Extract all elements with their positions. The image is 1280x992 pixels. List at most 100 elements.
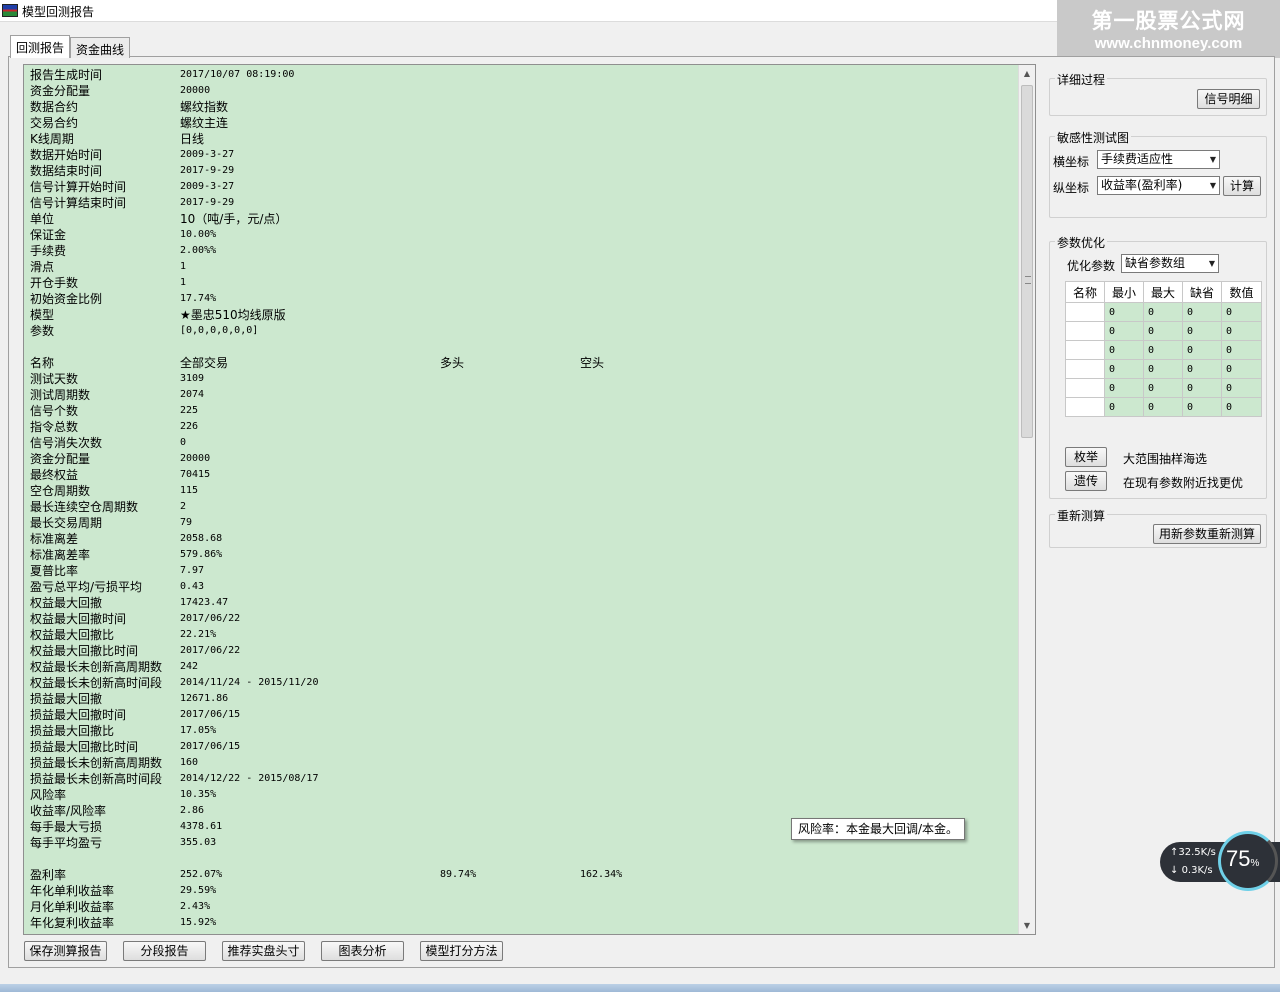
- upload-speed-value: 32.5K/s: [1178, 847, 1216, 858]
- report-cell: 2009-3-27: [180, 149, 235, 160]
- genetic-button[interactable]: 遗传: [1065, 471, 1107, 491]
- report-panel: 报告生成时间 2017/10/07 08:19:00 资金分配量 20000 数据合约螺…: [23, 64, 1036, 935]
- save-report-button[interactable]: 保存测算报告: [24, 941, 107, 961]
- report-cell: 手续费: [30, 244, 67, 258]
- report-row: 信号计算结束时间 2017-9-29: [30, 195, 1010, 211]
- report-cell: 螺纹指数: [180, 100, 229, 114]
- report-cell: 1: [180, 261, 187, 272]
- report-row: K线周期 日线: [30, 131, 1010, 147]
- param-table-cell[interactable]: 0: [1182, 359, 1222, 379]
- report-cell: 10.35%: [180, 789, 217, 800]
- param-table-cell[interactable]: 0: [1221, 340, 1262, 360]
- param-table-cell[interactable]: 0: [1104, 321, 1144, 341]
- param-table-cell[interactable]: [1065, 321, 1105, 341]
- report-cell: 月化单利收益率: [30, 900, 115, 914]
- param-table-cell[interactable]: 0: [1221, 359, 1262, 379]
- param-table-cell[interactable]: 0: [1143, 359, 1183, 379]
- tab-backtest-report[interactable]: 回测报告: [10, 35, 71, 58]
- param-table-header[interactable]: 最小: [1104, 281, 1144, 303]
- param-table-cell[interactable]: 0: [1104, 340, 1144, 360]
- param-table-cell[interactable]: 0: [1143, 340, 1183, 360]
- param-table-cell[interactable]: [1065, 397, 1105, 417]
- param-table-cell[interactable]: 0: [1221, 397, 1262, 417]
- param-table-cell[interactable]: 0: [1143, 378, 1183, 398]
- scroll-thumb[interactable]: [1021, 85, 1033, 438]
- param-table-cell[interactable]: [1065, 359, 1105, 379]
- detail-group-title: 详细过程: [1055, 71, 1108, 88]
- param-table-header[interactable]: 名称: [1065, 281, 1105, 303]
- param-table-cell[interactable]: 0: [1104, 397, 1144, 417]
- param-table-cell[interactable]: [1065, 340, 1105, 360]
- report-row: 权益最大回撤比时间 2017/06/22: [30, 643, 1010, 659]
- param-table-header[interactable]: 数值: [1221, 281, 1262, 303]
- calculate-button[interactable]: 计算: [1223, 176, 1261, 196]
- report-cell: 2017/06/15: [180, 741, 241, 752]
- tab-equity-curve[interactable]: 资金曲线: [70, 37, 131, 58]
- y-axis-select[interactable]: 收益率(盈利率) ▼: [1097, 176, 1220, 195]
- scroll-down-arrow-icon[interactable]: ▼: [1019, 917, 1035, 934]
- param-table-cell[interactable]: [1065, 378, 1105, 398]
- param-table-cell[interactable]: 0: [1182, 321, 1222, 341]
- signal-detail-button[interactable]: 信号明细: [1197, 89, 1260, 109]
- report-cell: 测试周期数: [30, 388, 91, 402]
- report-cell: 17.05%: [180, 725, 217, 736]
- report-cell: 3109: [180, 373, 205, 384]
- report-cell: 报告生成时间: [30, 68, 103, 82]
- recommend-position-button[interactable]: 推荐实盘头寸: [222, 941, 305, 961]
- report-row: 年化单利收益率 29.59%: [30, 883, 1010, 899]
- param-table-cell[interactable]: 0: [1143, 302, 1183, 322]
- param-table-cell[interactable]: 0: [1104, 378, 1144, 398]
- param-table-cell[interactable]: 0: [1143, 397, 1183, 417]
- param-table-cell[interactable]: 0: [1182, 378, 1222, 398]
- param-table-cell[interactable]: 0: [1143, 321, 1183, 341]
- report-cell: 信号计算结束时间: [30, 196, 127, 210]
- param-table-cell[interactable]: 0: [1104, 359, 1144, 379]
- memory-usage-unit: %: [1250, 858, 1260, 869]
- report-cell: 资金分配量: [30, 452, 91, 466]
- param-table-cell[interactable]: 0: [1104, 302, 1144, 322]
- optimize-param-select[interactable]: 缺省参数组 ▼: [1121, 254, 1219, 273]
- report-cell: 信号消失次数: [30, 436, 103, 450]
- param-table-cell[interactable]: 0: [1182, 302, 1222, 322]
- report-cell: 数据开始时间: [30, 148, 103, 162]
- param-table-cell[interactable]: 0: [1182, 340, 1222, 360]
- download-speed-value: 0.3K/s: [1181, 865, 1213, 876]
- report-row: 最长连续空仓周期数 2: [30, 499, 1010, 515]
- x-axis-select[interactable]: 手续费适应性 ▼: [1097, 150, 1220, 169]
- param-table-cell[interactable]: 0: [1221, 302, 1262, 322]
- param-table-header[interactable]: 最大: [1143, 281, 1183, 303]
- param-table-cell[interactable]: [1065, 302, 1105, 322]
- recalc-group-title: 重新测算: [1055, 507, 1108, 524]
- segment-report-button[interactable]: 分段报告: [123, 941, 206, 961]
- param-table-cell[interactable]: 0: [1221, 378, 1262, 398]
- param-table-row: 0000: [1065, 359, 1262, 379]
- x-axis-select-value: 手续费适应性: [1101, 152, 1174, 166]
- report-cell: 权益最大回撤: [30, 596, 103, 610]
- enumerate-button[interactable]: 枚举: [1065, 447, 1107, 467]
- chart-analysis-button[interactable]: 图表分析: [321, 941, 404, 961]
- memory-usage-value: 75: [1226, 846, 1251, 871]
- model-scoring-button[interactable]: 模型打分方法: [420, 941, 503, 961]
- report-cell: 单位: [30, 212, 55, 226]
- grip-icon: [1025, 276, 1031, 284]
- report-cell: 损益最大回撤比: [30, 724, 115, 738]
- report-row: 标准离差 2058.68: [30, 531, 1010, 547]
- scroll-up-arrow-icon[interactable]: ▲: [1019, 65, 1035, 82]
- report-cell: 损益最大回撤比时间: [30, 740, 139, 754]
- param-table-header[interactable]: 缺省: [1182, 281, 1222, 303]
- report-cell: 保证金: [30, 228, 67, 242]
- recalculate-button[interactable]: 用新参数重新测算: [1153, 524, 1261, 544]
- param-table-cell[interactable]: 0: [1182, 397, 1222, 417]
- report-cell: 交易合约: [30, 116, 79, 130]
- report-cell: 2.43%: [180, 901, 211, 912]
- report-row: 测试天数 3109: [30, 371, 1010, 387]
- param-table-cell[interactable]: 0: [1221, 321, 1262, 341]
- report-row: 信号消失次数 0: [30, 435, 1010, 451]
- report-row: 开仓手数 1: [30, 275, 1010, 291]
- risk-rate-tooltip: 风险率：本金最大回调/本金。: [791, 818, 966, 840]
- report-cell: 信号计算开始时间: [30, 180, 127, 194]
- report-cell: 17.74%: [180, 293, 217, 304]
- report-row: 模型 ★墨忠510均线原版: [30, 307, 1010, 323]
- report-row: 数据结束时间 2017-9-29: [30, 163, 1010, 179]
- report-scrollbar[interactable]: ▲ ▼: [1018, 65, 1035, 934]
